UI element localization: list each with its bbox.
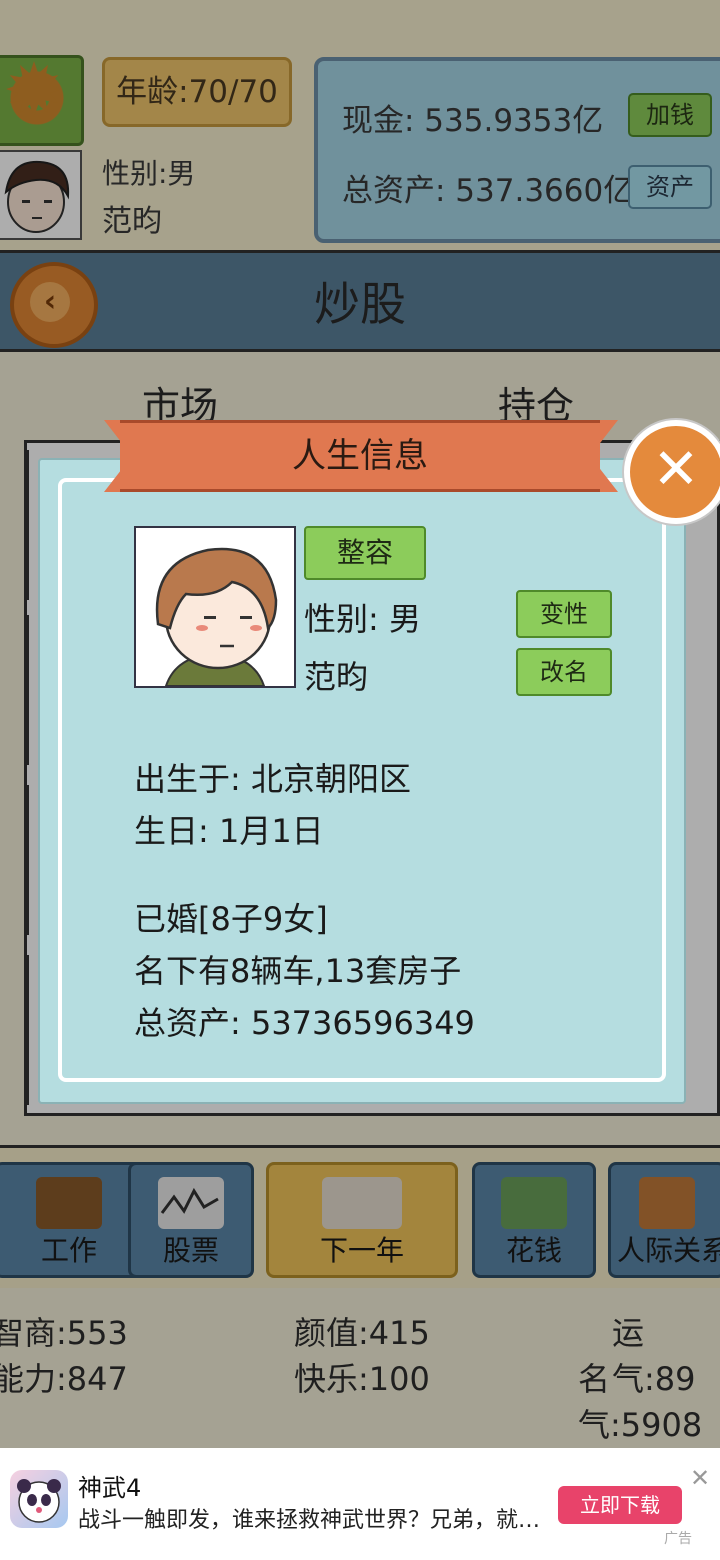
ad-app-icon[interactable] [10,1470,68,1528]
modal-total-assets: 总资产: 53736596349 [134,1004,475,1042]
close-icon: ✕ [652,437,700,502]
property-summary: 名下有8辆车,13套房子 [134,952,462,990]
marriage-status: 已婚[8子9女] [134,900,328,938]
ad-title: 神武4 [78,1474,142,1502]
close-button[interactable]: ✕ [624,420,720,524]
ad-download-button[interactable]: 立即下载 [558,1486,682,1524]
panda-icon [17,1479,61,1523]
modal-gender: 性别: 男 [304,600,421,638]
ad-tag: 广告 [664,1531,692,1547]
modal-name: 范昀 [304,658,369,696]
birthday: 生日: 1月1日 [134,812,324,850]
birthplace: 出生于: 北京朝阳区 [134,760,411,798]
character-face-icon [136,528,294,686]
ad-close-icon[interactable]: ✕ [690,1464,710,1492]
modal-title: 人生信息 [120,420,600,492]
character-portrait [134,526,296,688]
plastic-surgery-button[interactable]: 整容 [304,526,426,580]
change-sex-button[interactable]: 变性 [516,590,612,638]
ad-description: 战斗一触即发，谁来拯救神武世界？兄弟，就等... [78,1508,558,1533]
rename-button[interactable]: 改名 [516,648,612,696]
